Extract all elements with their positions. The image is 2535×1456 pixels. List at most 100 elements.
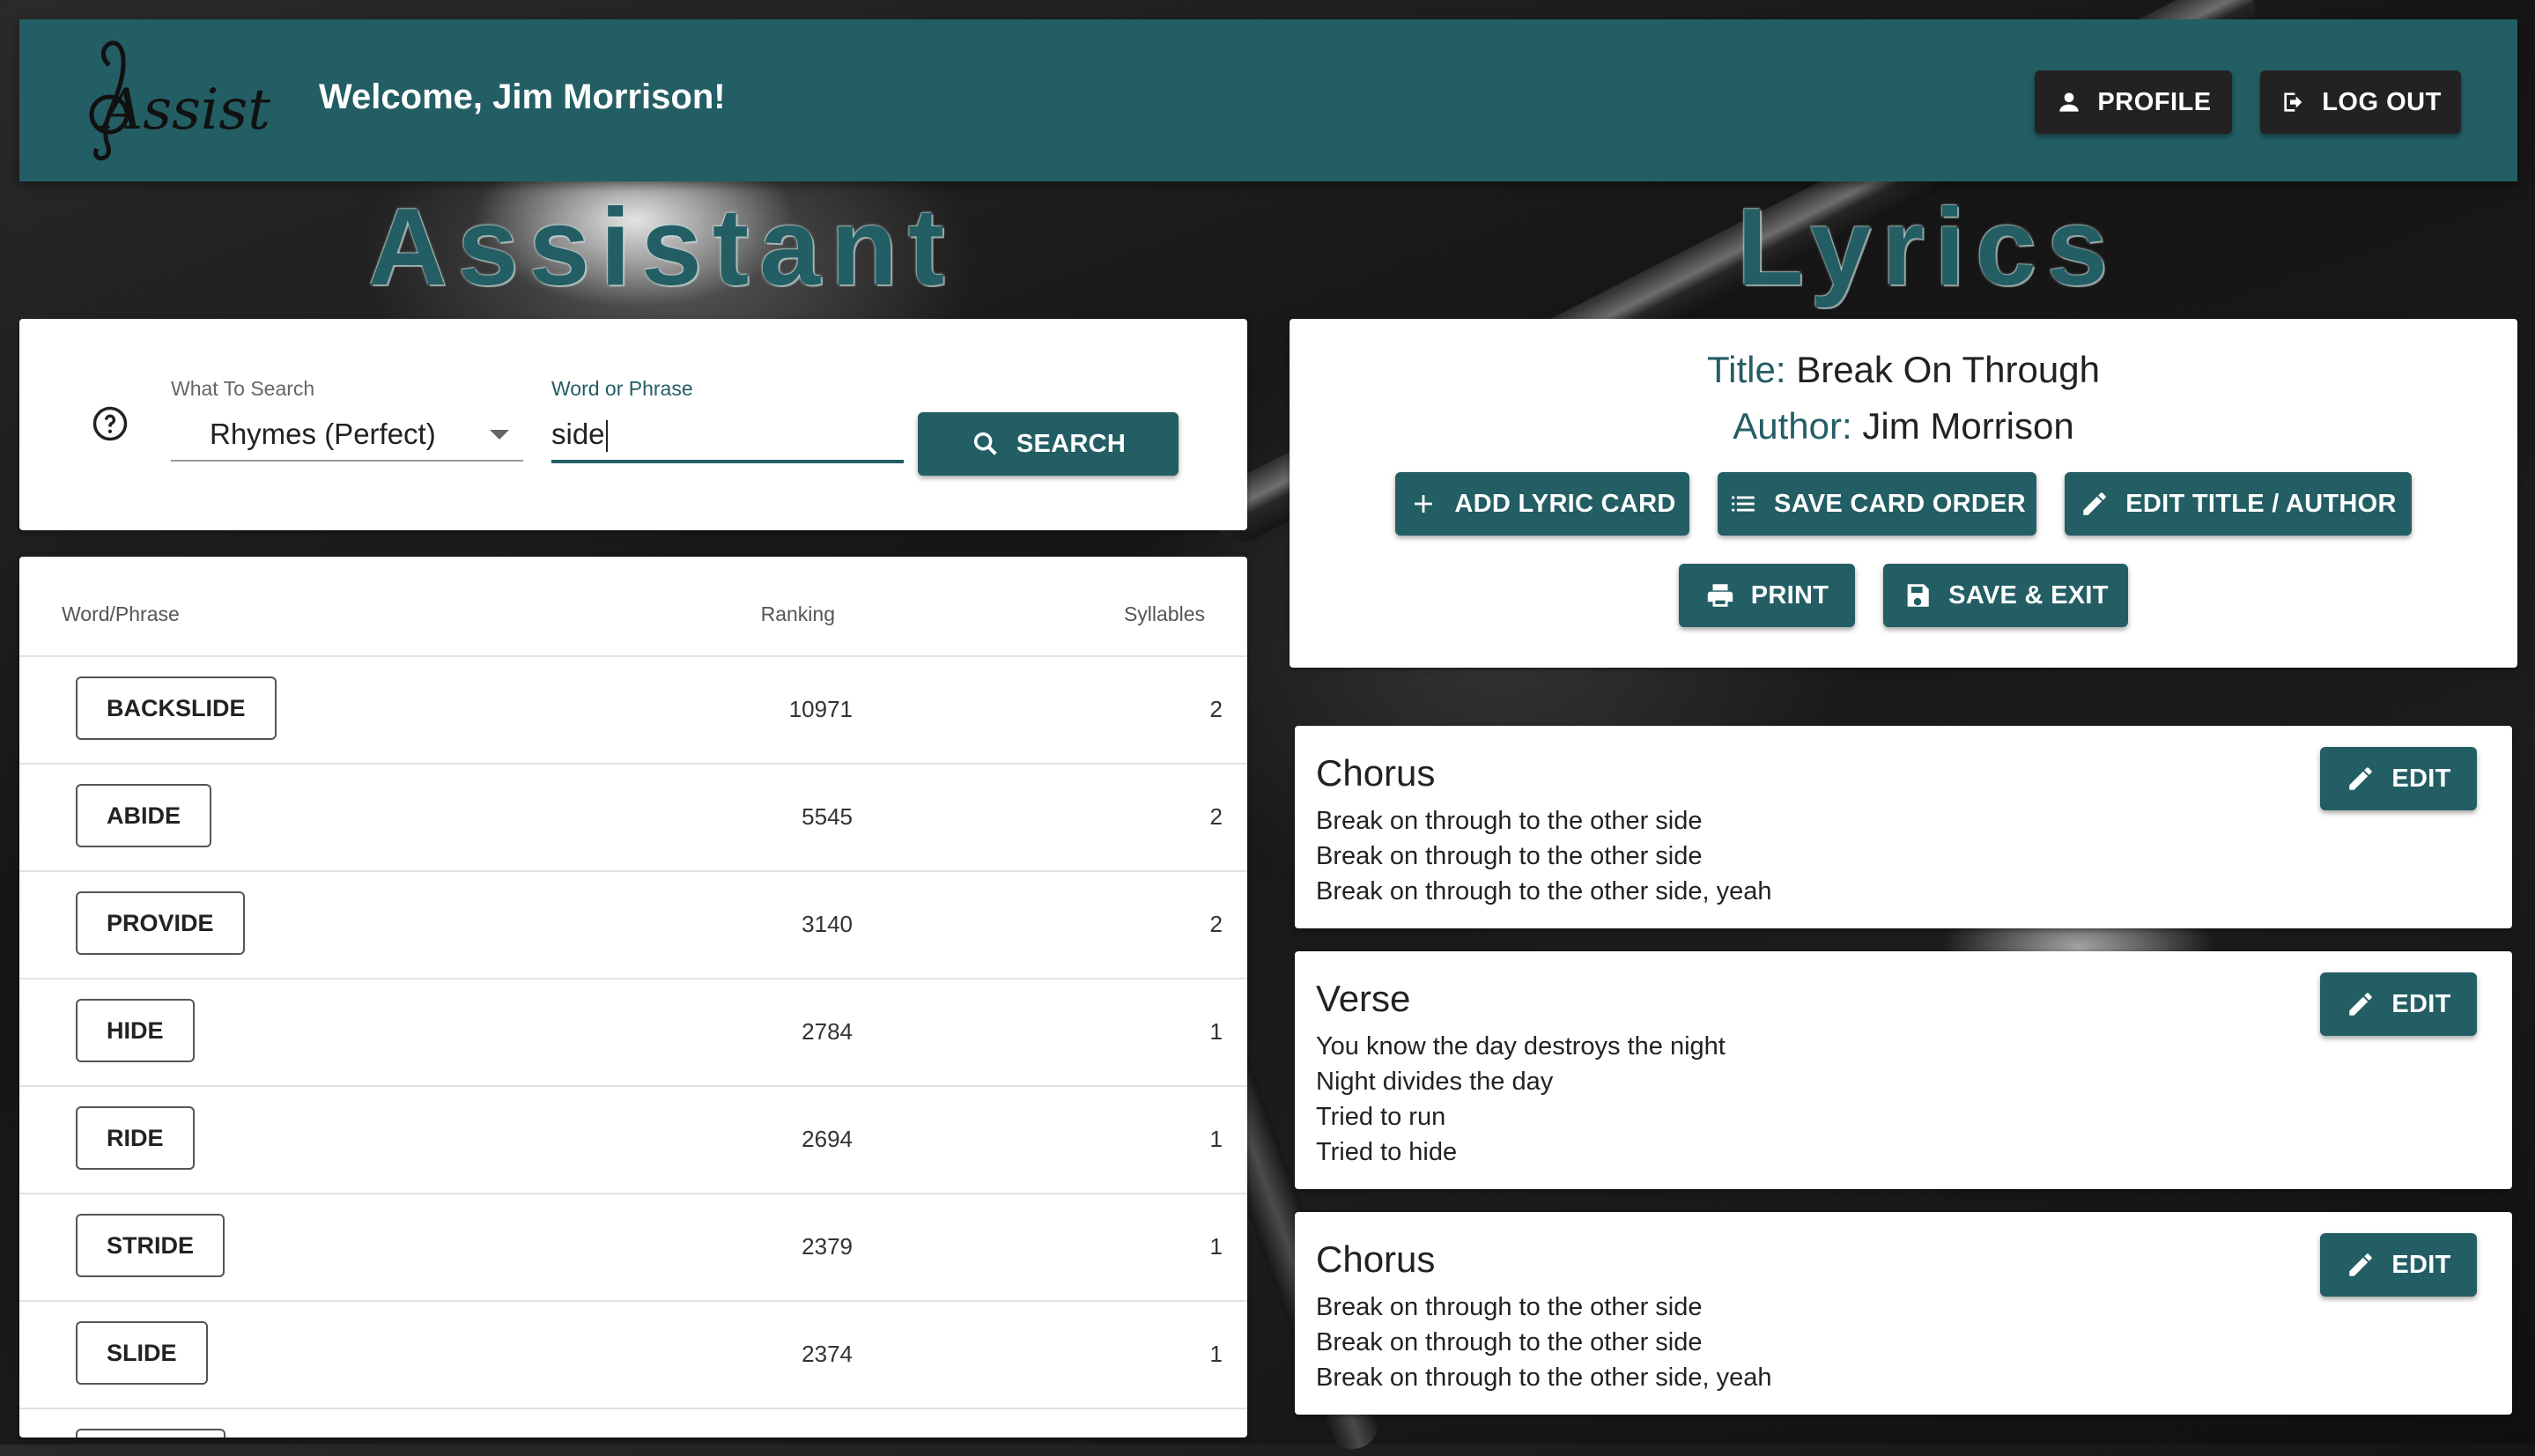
print-icon (1707, 584, 1733, 607)
pencil-icon (2349, 993, 2373, 1016)
word-button[interactable]: STRIDE (76, 1214, 225, 1277)
lyric-card-chorus: Chorus Break on through to the other sid… (1295, 1212, 2512, 1415)
list-icon (1732, 496, 1755, 512)
lyric-line: Break on through to the other side (1316, 1328, 1703, 1356)
what-to-search-value: Rhymes (Perfect) (210, 418, 436, 450)
lyrics-heading: Lyrics (1737, 187, 2118, 308)
word-button[interactable]: PROVIDE (76, 891, 245, 955)
chevron-down-icon (490, 430, 509, 440)
syllables-cell: 1 (1209, 1341, 1223, 1367)
edit-label: EDIT (2391, 989, 2451, 1018)
ranking-cell: 10971 (788, 696, 853, 722)
lyric-line: Break on through to the other side, yeah (1316, 877, 1772, 905)
ranking-cell: 2374 (802, 1341, 853, 1367)
card-lyrics: Break on through to the other side Break… (1316, 803, 1772, 909)
save-and-exit-button[interactable]: SAVE & EXIT (1883, 564, 2128, 627)
song-author: Author: Jim Morrison (1290, 405, 2517, 447)
ranking-cell: 2694 (802, 1126, 853, 1152)
ranking-cell: 2379 (802, 1233, 853, 1260)
ranking-cell: 5545 (802, 803, 853, 830)
table-row: PROVIDE 3140 2 (19, 870, 1247, 979)
title-label: Title: (1707, 349, 1786, 390)
what-to-search-select[interactable]: Rhymes (Perfect) (171, 407, 523, 462)
word-button[interactable] (76, 1429, 225, 1438)
word-button[interactable]: BACKSLIDE (76, 676, 277, 740)
column-header-syllables[interactable]: Syllables (1124, 602, 1205, 626)
ranking-cell: 3140 (802, 911, 853, 937)
edit-card-button[interactable]: EDIT (2320, 1233, 2477, 1297)
word-or-phrase-value: side (551, 418, 605, 450)
edit-card-button[interactable]: EDIT (2320, 747, 2477, 810)
card-title: Chorus (1316, 752, 1436, 794)
author-value: Jim Morrison (1862, 405, 2074, 447)
save-card-order-label: SAVE CARD ORDER (1774, 489, 2026, 518)
logout-label: LOG OUT (2322, 87, 2442, 116)
print-button[interactable]: PRINT (1679, 564, 1855, 627)
title-value: Break On Through (1796, 349, 2100, 390)
pencil-icon (2349, 767, 2373, 790)
logout-icon (2284, 92, 2302, 112)
plus-icon (1415, 495, 1433, 513)
welcome-message: Welcome, Jim Morrison! (319, 78, 726, 116)
save-icon (1907, 584, 1929, 607)
search-panel: What To Search Rhymes (Perfect) Word or … (19, 319, 1247, 530)
word-button[interactable]: RIDE (76, 1106, 195, 1170)
ranking-cell: 2784 (802, 1018, 853, 1045)
lyric-line: Break on through to the other side (1316, 1293, 1703, 1321)
profile-button[interactable]: PROFILE (2035, 70, 2232, 134)
word-button[interactable]: ABIDE (76, 784, 212, 847)
syllables-cell: 2 (1209, 911, 1223, 937)
search-icon (973, 432, 997, 455)
top-app-bar: Assist Welcome, Jim Morrison! PROFILE LO… (19, 19, 2517, 181)
word-button[interactable]: HIDE (76, 999, 195, 1062)
lyric-line: Break on through to the other side, yeah (1316, 1364, 1772, 1392)
app-logo[interactable]: Assist (72, 30, 275, 171)
save-card-order-button[interactable]: SAVE CARD ORDER (1718, 472, 2036, 536)
search-button[interactable]: SEARCH (918, 412, 1179, 476)
print-label: PRINT (1750, 580, 1829, 610)
word-or-phrase-input[interactable]: side (551, 407, 904, 463)
syllables-cell: 1 (1209, 1126, 1223, 1152)
edit-title-author-button[interactable]: EDIT TITLE / AUTHOR (2065, 472, 2412, 536)
word-button[interactable]: SLIDE (76, 1321, 208, 1385)
lyric-line: Break on through to the other side (1316, 807, 1703, 835)
syllables-cell: 2 (1209, 696, 1223, 722)
logout-button[interactable]: LOG OUT (2260, 70, 2461, 134)
lyric-line: Tried to hide (1316, 1138, 1458, 1166)
lyric-line: You know the day destroys the night (1316, 1032, 1726, 1061)
lyrics-header-panel: Title: Break On Through Author: Jim Morr… (1290, 319, 2517, 668)
pencil-icon (2083, 492, 2106, 515)
person-icon (2059, 92, 2080, 112)
help-icon[interactable] (92, 405, 129, 442)
card-title: Chorus (1316, 1238, 1436, 1280)
add-lyric-card-label: ADD LYRIC CARD (1454, 489, 1676, 518)
column-header-ranking[interactable]: Ranking (761, 602, 835, 626)
save-and-exit-label: SAVE & EXIT (1948, 580, 2109, 610)
song-title: Title: Break On Through (1290, 349, 2517, 391)
table-row (19, 1408, 1247, 1438)
edit-label: EDIT (2391, 764, 2451, 793)
edit-title-author-label: EDIT TITLE / AUTHOR (2125, 489, 2397, 518)
edit-label: EDIT (2391, 1250, 2451, 1279)
table-row: RIDE 2694 1 (19, 1085, 1247, 1194)
table-row: SLIDE 2374 1 (19, 1300, 1247, 1409)
table-row: BACKSLIDE 10971 2 (19, 655, 1247, 765)
table-row: STRIDE 2379 1 (19, 1193, 1247, 1302)
profile-label: PROFILE (2097, 87, 2212, 116)
lyric-card-verse: Verse You know the day destroys the nigh… (1295, 951, 2512, 1189)
add-lyric-card-button[interactable]: ADD LYRIC CARD (1395, 472, 1689, 536)
lyric-line: Tried to run (1316, 1103, 1446, 1131)
edit-card-button[interactable]: EDIT (2320, 972, 2477, 1036)
lyric-line: Night divides the day (1316, 1068, 1554, 1096)
table-row: ABIDE 5545 2 (19, 763, 1247, 872)
syllables-cell: 2 (1209, 803, 1223, 830)
text-cursor (605, 420, 608, 453)
pencil-icon (2349, 1253, 2373, 1276)
word-or-phrase-label: Word or Phrase (551, 377, 693, 400)
card-title: Verse (1316, 978, 1411, 1019)
syllables-cell: 1 (1209, 1233, 1223, 1260)
lyric-card-chorus: Chorus Break on through to the other sid… (1295, 726, 2512, 928)
search-button-label: SEARCH (1016, 429, 1127, 458)
column-header-word[interactable]: Word/Phrase (62, 602, 180, 626)
lyric-line: Break on through to the other side (1316, 842, 1703, 870)
